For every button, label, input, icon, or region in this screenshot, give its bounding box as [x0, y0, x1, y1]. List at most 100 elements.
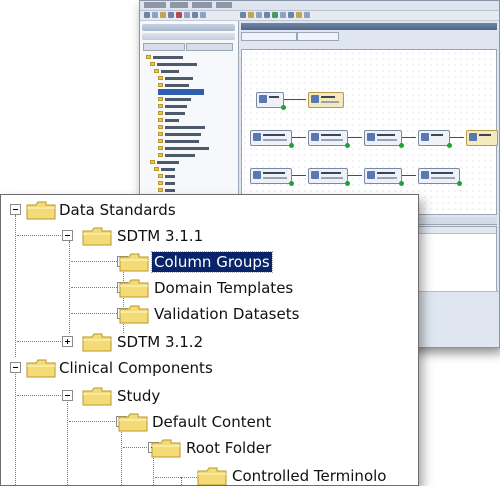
folder-icon: [154, 167, 159, 171]
folder-icon: [158, 97, 163, 101]
toolbar-button-icon[interactable]: [192, 12, 198, 18]
toolbar-button-icon[interactable]: [176, 12, 182, 18]
toolbar: [140, 11, 499, 21]
folder-icon: [158, 111, 163, 115]
tree-node-label: Domain Templates: [154, 279, 294, 297]
tree-node-label: Clinical Components: [59, 359, 213, 377]
toolbar-button-icon[interactable]: [152, 12, 158, 18]
tree-node[interactable]: Controlled Terminolo: [1, 465, 418, 485]
collapse-icon[interactable]: [62, 230, 73, 241]
tree-node-label: Validation Datasets: [154, 305, 300, 323]
toolbar-button-icon[interactable]: [304, 12, 310, 18]
process-node[interactable]: [250, 168, 294, 186]
process-node[interactable]: [466, 130, 498, 146]
toolbar-button-icon[interactable]: [280, 12, 286, 18]
tree-node[interactable]: Validation Datasets: [1, 303, 418, 329]
process-flow-canvas[interactable]: [241, 49, 498, 215]
tree-node-label: Data Standards: [59, 201, 176, 219]
toolbar-button-icon[interactable]: [272, 12, 278, 18]
folder-icon: [158, 118, 163, 122]
tree-node-label: SDTM 3.1.2: [117, 333, 204, 351]
folder-icon: [158, 181, 163, 185]
menu-item[interactable]: [216, 2, 232, 8]
folder-icon: [118, 413, 148, 432]
pane-subheader: [142, 33, 235, 40]
process-node[interactable]: [308, 130, 350, 148]
process-node[interactable]: [308, 92, 344, 108]
pane-tab[interactable]: [186, 43, 233, 51]
tree-node[interactable]: Root Folder: [1, 437, 418, 463]
folder-icon: [158, 139, 163, 143]
folder-icon: [26, 201, 56, 220]
folder-icon: [150, 160, 155, 164]
folder-icon: [150, 62, 155, 66]
folder-icon: [158, 188, 163, 192]
process-node[interactable]: [418, 130, 452, 148]
toolbar-button-icon[interactable]: [240, 12, 246, 18]
tree-node-label: Study: [117, 387, 161, 405]
pane-tab[interactable]: [143, 43, 185, 51]
tree-node[interactable]: Data Standards: [1, 199, 418, 225]
tree-node-label: SDTM 3.1.1: [117, 227, 204, 245]
tree-node[interactable]: Domain Templates: [1, 277, 418, 303]
tree-node[interactable]: SDTM 3.1.2: [1, 331, 418, 357]
folder-icon: [119, 279, 149, 298]
process-node[interactable]: [256, 92, 286, 110]
folder-icon: [197, 467, 227, 485]
toolbar-button-icon[interactable]: [160, 12, 166, 18]
process-node[interactable]: [364, 130, 404, 148]
editor-tab[interactable]: [241, 32, 297, 41]
tree-node[interactable]: Default Content: [1, 411, 418, 437]
collapse-icon[interactable]: [10, 204, 21, 215]
pane-header: [142, 24, 235, 31]
tree-node[interactable]: Clinical Components: [1, 357, 418, 383]
process-node[interactable]: [418, 168, 462, 186]
folder-icon: [82, 227, 112, 246]
tree-node[interactable]: SDTM 3.1.1: [1, 225, 418, 251]
tree-node-label: Root Folder: [186, 439, 272, 457]
menu-item[interactable]: [192, 2, 212, 8]
collapse-icon[interactable]: [62, 390, 73, 401]
toolbar-button-icon[interactable]: [264, 12, 270, 18]
folder-icon: [154, 69, 159, 73]
toolbar-button-icon[interactable]: [168, 12, 174, 18]
folder-icon: [26, 359, 56, 378]
process-node[interactable]: [308, 168, 350, 186]
folder-icon: [158, 132, 163, 136]
folder-icon: [158, 146, 163, 150]
folder-icon: [158, 125, 163, 129]
menu-item[interactable]: [144, 2, 166, 8]
folder-icon: [158, 83, 163, 87]
menu-item[interactable]: [170, 2, 188, 8]
tree-node-label: Controlled Terminolo: [232, 467, 387, 485]
folder-icon: [119, 305, 149, 324]
folder-icon: [119, 253, 149, 272]
toolbar-button-icon[interactable]: [256, 12, 262, 18]
menu-bar: [140, 1, 499, 11]
process-node[interactable]: [250, 130, 294, 148]
toolbar-button-icon[interactable]: [200, 12, 206, 18]
folder-icon: [82, 387, 112, 406]
toolbar-button-icon[interactable]: [296, 12, 302, 18]
expand-icon[interactable]: [62, 336, 73, 347]
folder-icon: [151, 439, 181, 458]
process-node[interactable]: [364, 168, 404, 186]
folder-icon: [158, 104, 163, 108]
toolbar-button-icon[interactable]: [144, 12, 150, 18]
folder-icon: [158, 153, 163, 157]
editor-title-bar: [241, 23, 497, 30]
toolbar-button-icon[interactable]: [288, 12, 294, 18]
folder-icon: [146, 55, 151, 59]
tree-node[interactable]: Study: [1, 385, 418, 411]
toolbar-button-icon[interactable]: [184, 12, 190, 18]
collapse-icon[interactable]: [10, 362, 21, 373]
tree-node-label: Column Groups: [151, 251, 273, 273]
tree-node-label: Default Content: [152, 413, 272, 431]
folder-icon: [82, 333, 112, 352]
toolbar-button-icon[interactable]: [248, 12, 254, 18]
folder-icon: [158, 76, 163, 80]
tree-node[interactable]: Column Groups: [1, 251, 418, 277]
selected-tree-node[interactable]: [158, 89, 204, 95]
folder-icon: [158, 174, 163, 178]
editor-tab[interactable]: [297, 32, 339, 41]
